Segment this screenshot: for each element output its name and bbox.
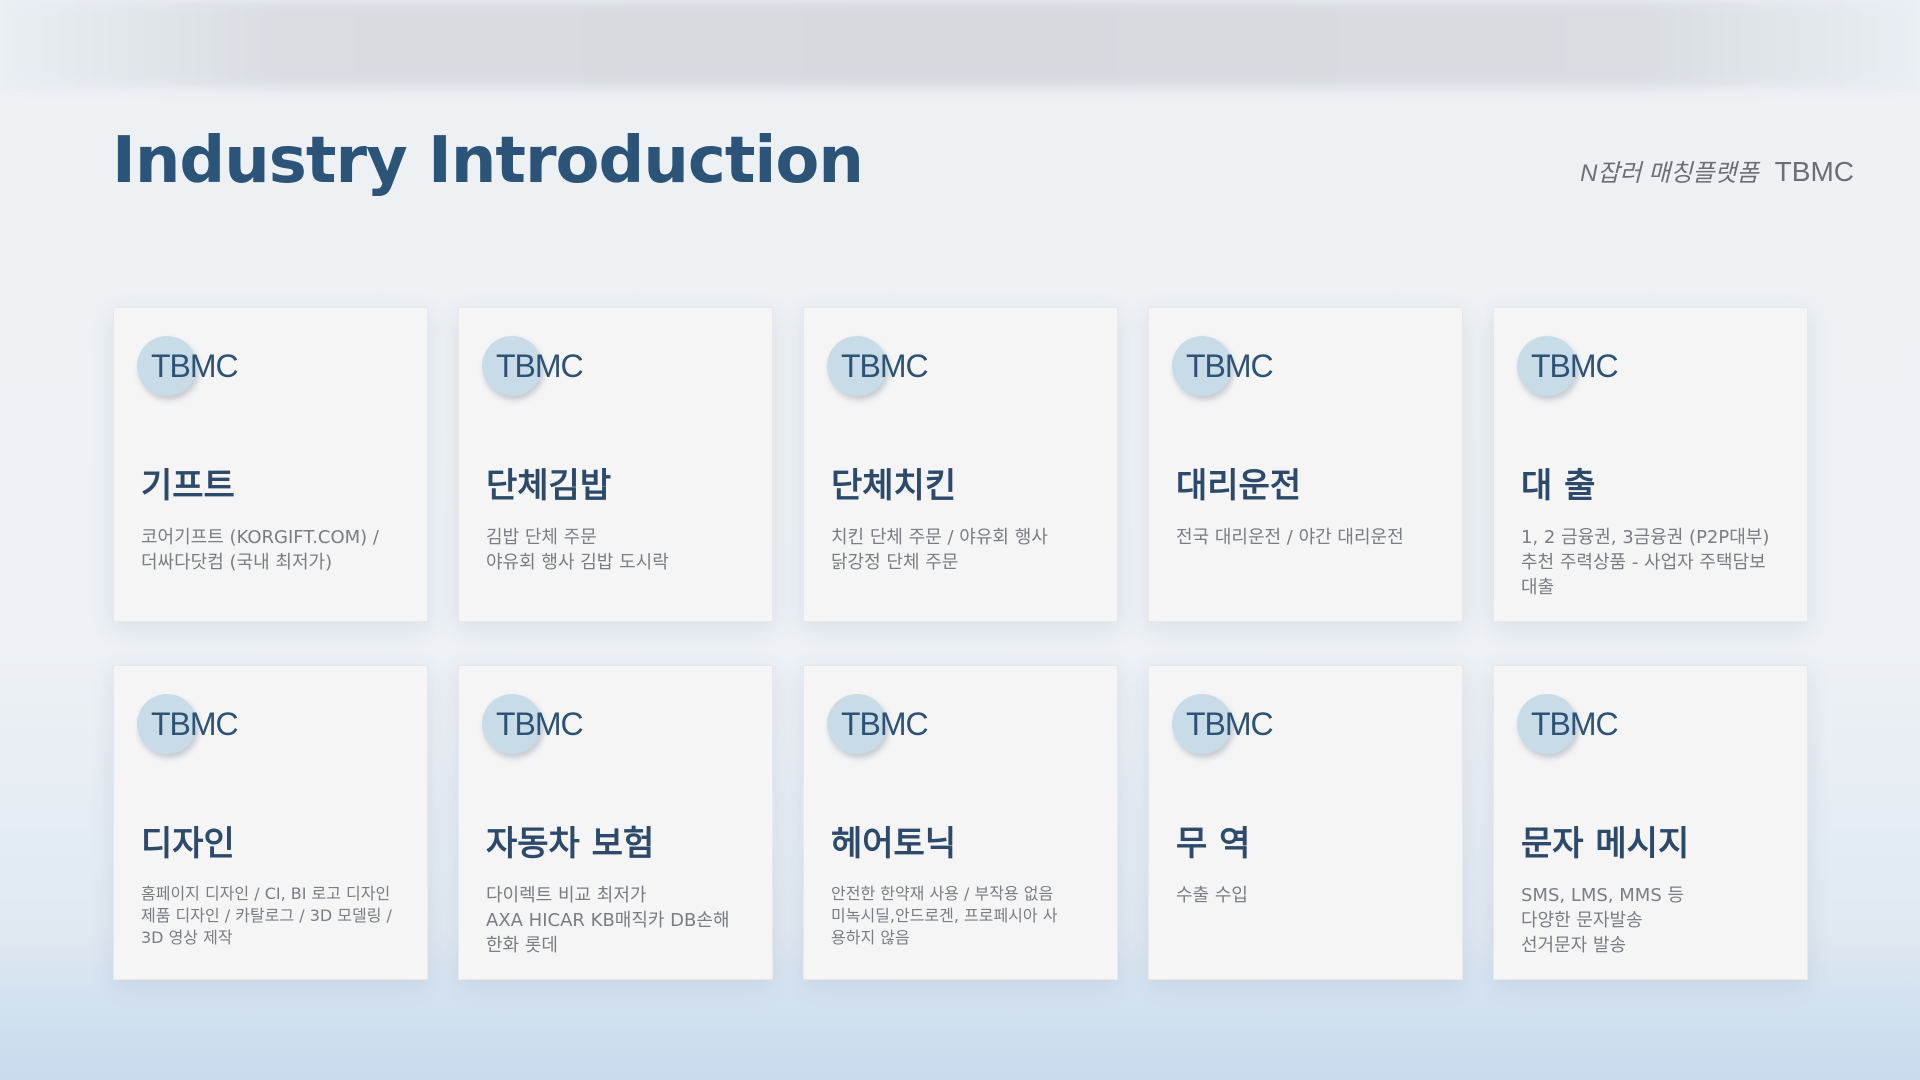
logo-text: TBMC [1186, 706, 1274, 742]
card-description-line: 다이렉트 비교 최저가 [486, 885, 647, 906]
brand-name: TBMC [1774, 156, 1854, 187]
card-description: 치킨 단체 주문 / 야유회 행사 닭강정 단체 주문 [831, 525, 1101, 575]
card-title: 단체치킨 [831, 466, 957, 506]
card-logo: TBMC [1517, 694, 1827, 756]
card-description-line: 코어기프트 (KORGIFT.COM) / [141, 527, 379, 548]
card-title: 자동차 보험 [486, 824, 655, 864]
card-description-line: 선거문자 발송 [1521, 935, 1627, 956]
industry-card-loan: TBMC 대 출 1, 2 금융권, 3금융권 (P2P대부) 추천 주력상품 … [1493, 307, 1808, 622]
industry-card-hair-tonic: TBMC 헤어토닉 안전한 한약재 사용 / 부작용 없음 미녹시딜,안드로겐,… [803, 665, 1118, 980]
card-description-line: 야유회 행사 김밥 도시락 [486, 552, 669, 573]
card-title: 기프트 [141, 466, 235, 506]
brand-tagline: N잡러 매칭플랫폼 [1580, 160, 1759, 187]
card-description-line: 수출 수입 [1176, 885, 1248, 906]
card-description: 코어기프트 (KORGIFT.COM) / 더싸다닷컴 (국내 최저가) [141, 525, 411, 575]
card-description-line: 3D 영상 제작 [141, 928, 233, 947]
logo-text: TBMC [151, 706, 239, 742]
card-description: 다이렉트 비교 최저가 AXA HICAR KB매직카 DB손해 한화 롯데 [486, 883, 756, 958]
card-description: 1, 2 금융권, 3금융권 (P2P대부) 추천 주력상품 - 사업자 주택담… [1521, 525, 1791, 600]
card-description-line: 미녹시딜,안드로겐, 프로페시아 사 [831, 906, 1058, 925]
card-description-line: AXA HICAR KB매직카 DB손해 [486, 910, 730, 931]
industry-card-designated-driver: TBMC 대리운전 전국 대리운전 / 야간 대리운전 [1148, 307, 1463, 622]
card-description-line: 대출 [1521, 577, 1555, 598]
card-description-line: SMS, LMS, MMS 등 [1521, 885, 1685, 906]
industry-card-car-insurance: TBMC 자동차 보험 다이렉트 비교 최저가 AXA HICAR KB매직카 … [458, 665, 773, 980]
card-description-line: 추천 주력상품 - 사업자 주택담보 [1521, 552, 1766, 573]
logo-text: TBMC [1531, 706, 1619, 742]
card-description: 전국 대리운전 / 야간 대리운전 [1176, 525, 1446, 550]
card-description-line: 홈페이지 디자인 / CI, BI 로고 디자인 [141, 884, 391, 903]
card-logo: TBMC [1517, 336, 1827, 398]
industry-card-gift: TBMC 기프트 코어기프트 (KORGIFT.COM) / 더싸다닷컴 (국내… [113, 307, 428, 622]
logo-text: TBMC [1531, 348, 1619, 384]
industry-card-group-gimbap: TBMC 단체김밥 김밥 단체 주문 야유회 행사 김밥 도시락 [458, 307, 773, 622]
industry-card-grid: TBMC 기프트 코어기프트 (KORGIFT.COM) / 더싸다닷컴 (국내… [113, 307, 1808, 980]
logo-text: TBMC [151, 348, 239, 384]
card-description: 수출 수입 [1176, 883, 1446, 908]
card-title: 디자인 [141, 824, 235, 864]
brand-block: N잡러 매칭플랫폼 TBMC [1580, 153, 1854, 188]
card-title: 문자 메시지 [1521, 824, 1690, 864]
industry-card-trade: TBMC 무 역 수출 수입 [1148, 665, 1463, 980]
card-description: 홈페이지 디자인 / CI, BI 로고 디자인 제품 디자인 / 카탈로그 /… [141, 883, 411, 949]
card-description-line: 한화 롯데 [486, 935, 558, 956]
card-title: 대리운전 [1176, 466, 1302, 506]
card-description-line: 더싸다닷컴 (국내 최저가) [141, 552, 333, 573]
card-description: SMS, LMS, MMS 등 다양한 문자발송 선거문자 발송 [1521, 883, 1791, 958]
card-description-line: 용하지 않음 [831, 928, 910, 947]
card-logo: TBMC [1172, 694, 1482, 756]
header-band [0, 0, 1920, 88]
card-title: 무 역 [1176, 824, 1251, 864]
card-title: 대 출 [1521, 466, 1596, 506]
card-description-line: 치킨 단체 주문 / 야유회 행사 [831, 527, 1048, 548]
card-description-line: 다양한 문자발송 [1521, 910, 1643, 931]
page-title: Industry Introduction [112, 124, 864, 198]
industry-card-text-message: TBMC 문자 메시지 SMS, LMS, MMS 등 다양한 문자발송 선거문… [1493, 665, 1808, 980]
logo-text: TBMC [841, 706, 929, 742]
card-description-line: 제품 디자인 / 카탈로그 / 3D 모델링 / [141, 906, 392, 925]
card-logo: TBMC [1172, 336, 1482, 398]
industry-card-design: TBMC 디자인 홈페이지 디자인 / CI, BI 로고 디자인 제품 디자인… [113, 665, 428, 980]
logo-text: TBMC [496, 348, 584, 384]
card-description: 김밥 단체 주문 야유회 행사 김밥 도시락 [486, 525, 756, 575]
logo-text: TBMC [496, 706, 584, 742]
card-description-line: 닭강정 단체 주문 [831, 552, 959, 573]
card-description-line: 안전한 한약재 사용 / 부작용 없음 [831, 884, 1054, 903]
logo-text: TBMC [841, 348, 929, 384]
card-logo: TBMC [137, 336, 447, 398]
logo-text: TBMC [1186, 348, 1274, 384]
card-logo: TBMC [482, 694, 792, 756]
card-logo: TBMC [827, 336, 1137, 398]
card-logo: TBMC [482, 336, 792, 398]
card-title: 헤어토닉 [831, 824, 957, 864]
card-title: 단체김밥 [486, 466, 612, 506]
card-description-line: 1, 2 금융권, 3금융권 (P2P대부) [1521, 527, 1770, 548]
card-description-line: 김밥 단체 주문 [486, 527, 597, 548]
card-logo: TBMC [137, 694, 447, 756]
card-description-line: 전국 대리운전 / 야간 대리운전 [1176, 527, 1404, 548]
card-description: 안전한 한약재 사용 / 부작용 없음 미녹시딜,안드로겐, 프로페시아 사 용… [831, 883, 1101, 949]
card-logo: TBMC [827, 694, 1137, 756]
industry-card-group-chicken: TBMC 단체치킨 치킨 단체 주문 / 야유회 행사 닭강정 단체 주문 [803, 307, 1118, 622]
